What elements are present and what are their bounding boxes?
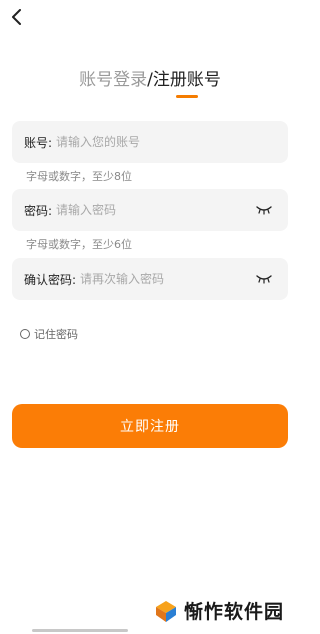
confirm-password-label: 确认密码: (24, 272, 77, 287)
chevron-left-icon (12, 9, 21, 25)
confirm-password-visibility-toggle[interactable] (254, 272, 274, 286)
back-button[interactable] (6, 6, 28, 28)
confirm-password-input[interactable] (80, 272, 254, 286)
page-title: 账号登录/注册账号 (0, 68, 300, 98)
remember-password[interactable]: 记住密码 (20, 326, 78, 342)
account-hint: 字母或数字，至少8位 (26, 170, 132, 183)
account-input[interactable] (56, 135, 276, 149)
password-field[interactable]: 密码: (12, 189, 288, 231)
remember-password-radio[interactable] (20, 329, 30, 339)
remember-password-label: 记住密码 (34, 328, 78, 341)
confirm-password-field[interactable]: 确认密码: (12, 258, 288, 300)
account-field[interactable]: 账号: (12, 121, 288, 163)
tab-register-label: 注册账号 (152, 70, 221, 90)
register-button[interactable]: 立即注册 (12, 404, 288, 448)
password-label: 密码: (24, 203, 53, 218)
password-input[interactable] (56, 203, 254, 217)
watermark-text: 惭怍软件园 (183, 601, 284, 623)
eye-closed-icon (256, 206, 272, 215)
site-logo (155, 600, 176, 622)
password-visibility-toggle[interactable] (254, 203, 274, 217)
password-hint: 字母或数字，至少6位 (26, 238, 132, 251)
tab-register[interactable]: 注册账号 (152, 68, 221, 98)
eye-closed-icon (256, 275, 272, 284)
account-label: 账号: (24, 135, 53, 150)
tab-login[interactable]: 账号登录 (79, 70, 147, 90)
home-indicator (32, 629, 128, 632)
register-screen: 账号登录/注册账号 账号: 字母或数字，至少8位 密码: 字母或数字，至少6位 … (0, 0, 300, 634)
active-tab-indicator (175, 95, 198, 98)
watermark: 惭怍软件园 (154, 597, 284, 624)
